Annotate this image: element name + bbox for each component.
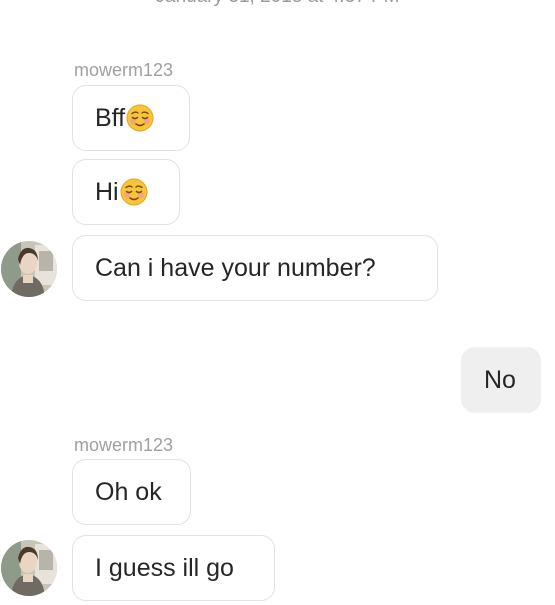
sender-username[interactable]: mowerm123	[74, 435, 173, 455]
relieved-face-icon	[120, 178, 148, 206]
message-text: I guess ill go	[95, 553, 234, 582]
sender-avatar[interactable]	[1, 540, 57, 596]
relieved-face-icon	[126, 104, 154, 132]
incoming-message-bubble[interactable]: Oh ok	[72, 459, 191, 525]
incoming-message-bubble[interactable]: Hi	[72, 159, 180, 225]
message-text: No	[484, 365, 516, 394]
sender-avatar[interactable]	[1, 241, 57, 297]
message-text: Bff	[95, 103, 126, 132]
message-text: Can i have your number?	[95, 253, 376, 282]
message-text: Oh ok	[95, 477, 162, 506]
message-timestamp: January 31, 2018 at 4:37 PM	[0, 0, 555, 8]
message-text: Hi	[95, 177, 119, 206]
incoming-message-bubble[interactable]: I guess ill go	[72, 535, 275, 601]
incoming-message-bubble[interactable]: Bff	[72, 85, 190, 151]
incoming-message-bubble[interactable]: Can i have your number?	[72, 235, 438, 301]
outgoing-message-bubble[interactable]: No	[461, 347, 541, 413]
sender-username[interactable]: mowerm123	[74, 60, 173, 80]
